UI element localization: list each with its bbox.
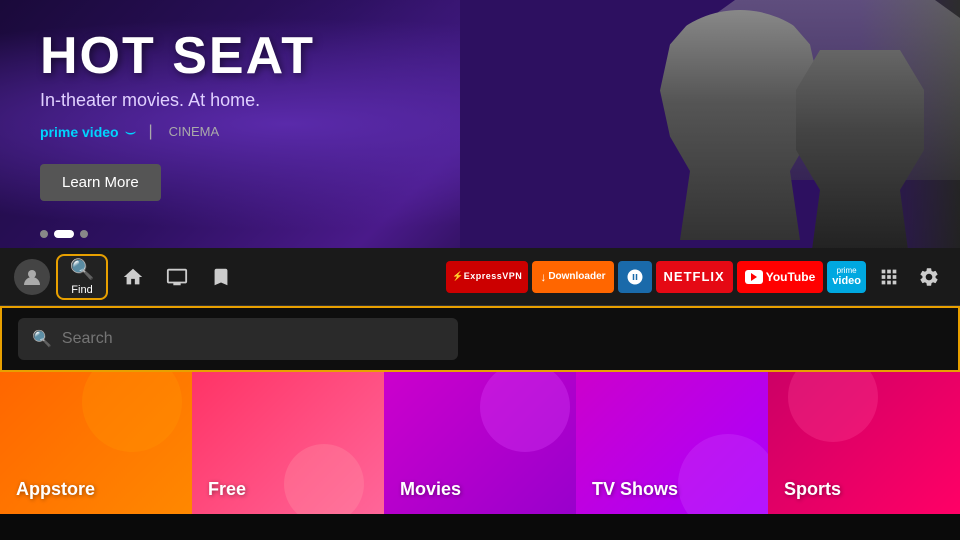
sports-label: Sports [784,479,841,500]
hero-title: HOT SEAT [40,30,315,82]
tvshows-label: TV Shows [592,479,678,500]
search-bar[interactable]: 🔍 [18,318,458,360]
downloader-app[interactable]: ↓ Downloader [532,261,613,293]
prime-video-label-sm: prime [837,266,857,275]
search-section: 🔍 [0,306,960,372]
hero-dots [40,230,88,238]
navbar: 🔍 Find ⚡ExpressVPN ↓ Downloader [0,248,960,306]
tv-button[interactable] [158,258,196,296]
user-avatar[interactable] [14,259,50,295]
downloader-icon: ↓ [540,270,546,284]
filelinked-app[interactable] [618,261,652,293]
home-button[interactable] [114,258,152,296]
free-label: Free [208,479,246,500]
netflix-label: NETFLIX [664,269,725,284]
dot-3[interactable] [80,230,88,238]
prime-video-app[interactable]: prime video [827,261,866,293]
youtube-play-button [745,270,763,284]
dot-2[interactable] [54,230,74,238]
expressvpn-app[interactable]: ⚡ExpressVPN [446,261,528,293]
hero-banner: HOT SEAT In-theater movies. At home. pri… [0,0,960,248]
youtube-label: YouTube [766,270,816,284]
movies-bubble [480,372,570,452]
youtube-icon-container: YouTube [745,270,816,284]
expressvpn-label: ⚡ExpressVPN [452,271,522,282]
appstore-bubble [82,372,182,452]
sports-bubble [788,372,878,442]
find-label: Find [71,284,92,296]
hero-content: HOT SEAT In-theater movies. At home. pri… [40,30,315,201]
brand-divider: | [148,123,152,141]
category-tiles: Appstore Free Movies TV Shows Sports [0,372,960,514]
prime-brand-text: prime video [40,124,119,140]
filelinked-icon [626,268,644,286]
hero-image [460,0,960,248]
search-icon: 🔍 [70,257,95,282]
free-bubble [284,444,364,514]
settings-button[interactable] [912,260,946,294]
bookmark-button[interactable] [202,258,240,296]
tvshows-bubble [678,434,768,514]
apps-grid-button[interactable] [872,260,906,294]
cinema-text: CINEMA [169,124,220,139]
category-appstore[interactable]: Appstore [0,372,192,514]
search-icon: 🔍 [32,329,52,349]
youtube-app[interactable]: YouTube [737,261,824,293]
find-button[interactable]: 🔍 Find [56,254,108,300]
hero-subtitle: In-theater movies. At home. [40,90,315,111]
category-movies[interactable]: Movies [384,372,576,514]
movies-label: Movies [400,479,461,500]
prime-logo: prime video ⌣ [40,121,136,142]
hero-brand: prime video ⌣ | CINEMA [40,121,315,142]
dot-1[interactable] [40,230,48,238]
prime-smile-icon: ⌣ [125,121,137,142]
netflix-app[interactable]: NETFLIX [656,261,733,293]
learn-more-button[interactable]: Learn More [40,164,161,201]
prime-video-label-lg: video [832,275,861,287]
hero-image-overlay [460,0,960,248]
category-free[interactable]: Free [192,372,384,514]
category-sports[interactable]: Sports [768,372,960,514]
youtube-play-triangle [751,273,757,281]
appstore-label: Appstore [16,479,95,500]
category-tvshows[interactable]: TV Shows [576,372,768,514]
app-shortcuts: ⚡ExpressVPN ↓ Downloader NETFLIX YouTube [446,261,866,293]
downloader-label: Downloader [548,271,605,282]
search-input[interactable] [62,330,444,348]
